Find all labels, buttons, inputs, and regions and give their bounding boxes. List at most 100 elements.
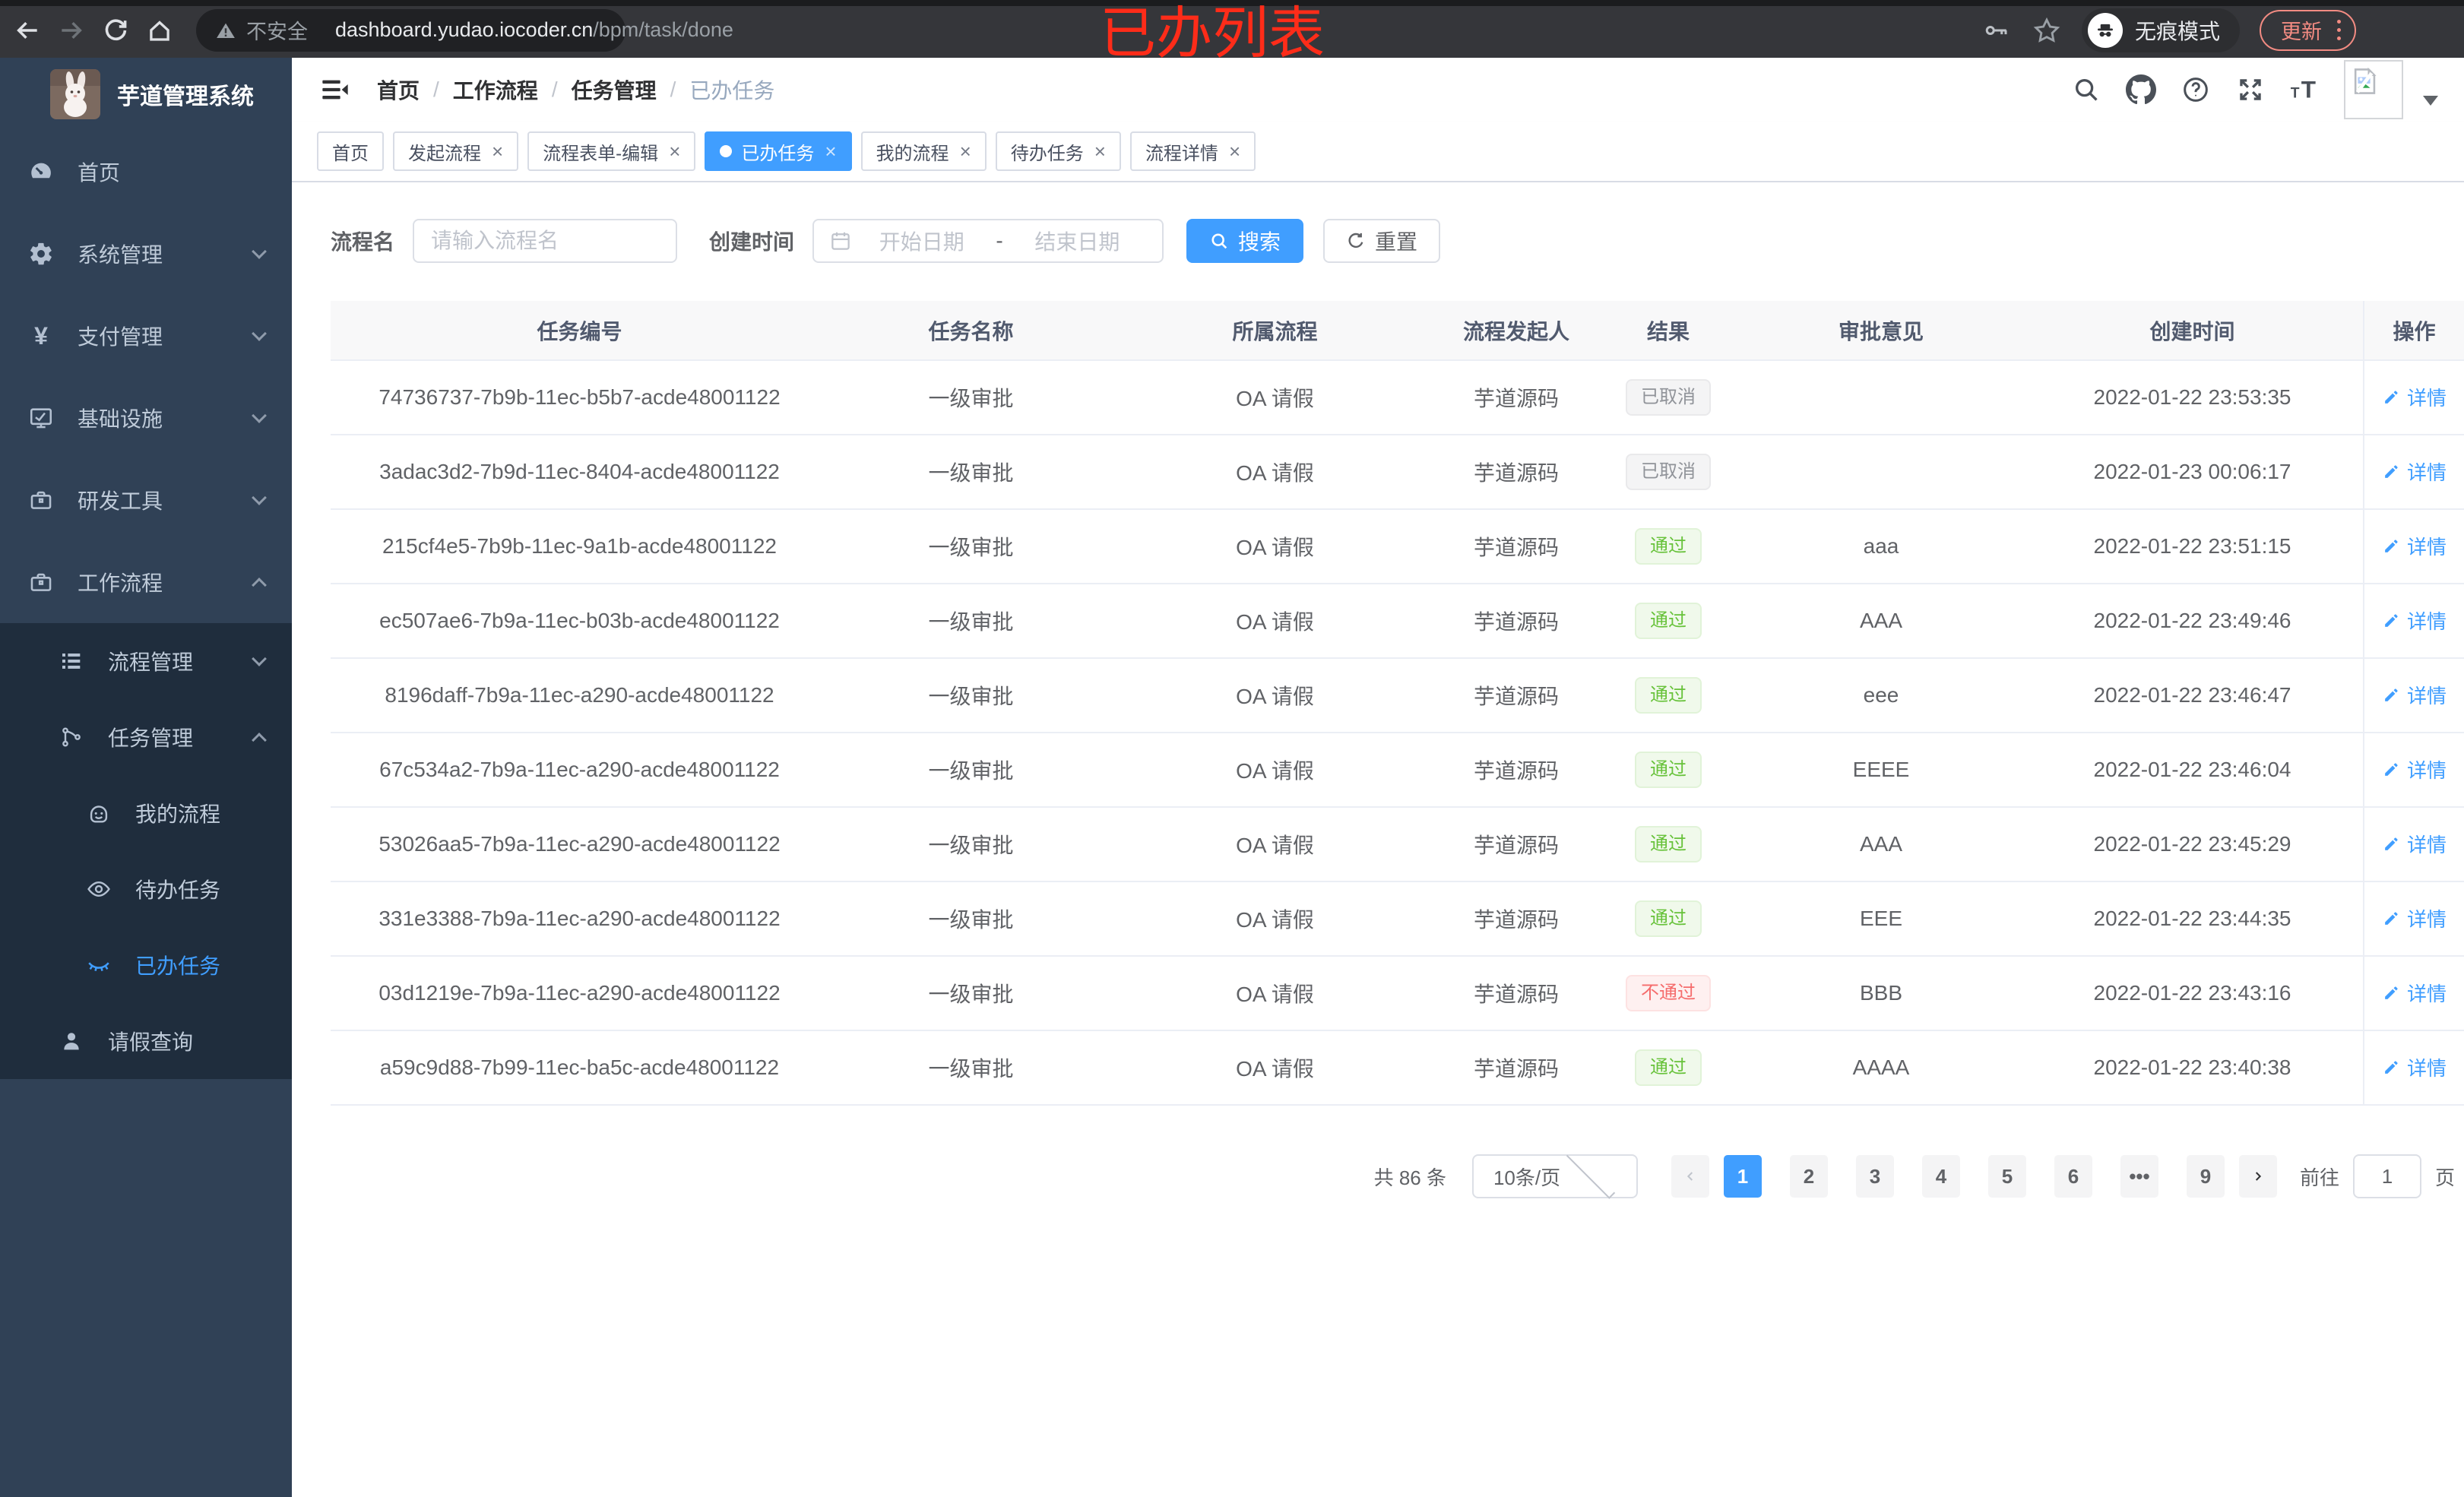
github-icon[interactable] — [2125, 74, 2157, 106]
active-tab-dot — [720, 145, 733, 157]
cell-comment: eee — [1740, 658, 2022, 733]
detail-link[interactable]: 详情 — [2382, 457, 2447, 486]
tab[interactable]: 流程详情 × — [1129, 131, 1256, 171]
avatar[interactable] — [2344, 60, 2403, 119]
yen-icon: ¥ — [34, 321, 48, 350]
start-date-placeholder[interactable]: 开始日期 — [852, 226, 991, 256]
pagination-goto: 前往 页 — [2300, 1154, 2455, 1198]
detail-link[interactable]: 详情 — [2382, 681, 2447, 709]
sidebar-item-done-tasks[interactable]: 已办任务 — [0, 927, 292, 1003]
breadcrumb-home[interactable]: 首页 — [377, 74, 420, 105]
detail-link[interactable]: 详情 — [2382, 755, 2447, 783]
page-button[interactable]: 9 — [2186, 1155, 2225, 1198]
tab[interactable]: 待办任务 × — [995, 131, 1121, 171]
page-size-select[interactable]: 10条/页 — [1471, 1150, 1638, 1199]
sidebar-item-leave-query[interactable]: 请假查询 — [0, 1003, 292, 1079]
tab[interactable]: 流程表单-编辑 × — [527, 131, 696, 171]
close-tab-icon[interactable]: × — [1229, 141, 1240, 161]
cell-comment — [1740, 360, 2022, 435]
detail-link[interactable]: 详情 — [2382, 830, 2447, 858]
table-row: 53026aa5-7b9a-11ec-a290-acde48001122 一级审… — [331, 807, 2464, 882]
avatar-caret-icon[interactable] — [2423, 95, 2438, 106]
password-key-icon[interactable] — [1981, 15, 2012, 46]
workflow-submenu: 流程管理 任务管理 我的流程 待办任务 已办任务 请假查询 — [0, 623, 292, 1079]
detail-link[interactable]: 详情 — [2382, 383, 2447, 411]
url-path[interactable]: /bpm/task/done — [593, 18, 733, 42]
cell-result: 通过 — [1596, 509, 1740, 584]
reset-button[interactable]: 重置 — [1323, 219, 1441, 263]
browser-reload-icon[interactable] — [100, 15, 131, 46]
process-name-input[interactable] — [413, 219, 678, 263]
sidebar-item-home[interactable]: 首页 — [0, 131, 292, 213]
sidebar-item-task-management[interactable]: 任务管理 — [0, 699, 292, 775]
fullscreen-icon[interactable] — [2234, 74, 2266, 106]
cell-actions: 详情 — [2363, 733, 2464, 808]
search-icon[interactable] — [2070, 74, 2102, 106]
close-tab-icon[interactable]: × — [825, 141, 836, 161]
close-tab-icon[interactable]: × — [960, 141, 971, 161]
next-page-button[interactable] — [2238, 1155, 2277, 1198]
table-row: 331e3388-7b9a-11ec-a290-acde48001122 一级审… — [331, 881, 2464, 957]
page-button[interactable]: 3 — [1855, 1155, 1894, 1198]
sidebar-collapse-icon[interactable] — [319, 74, 351, 106]
sidebar-item-todo-tasks[interactable]: 待办任务 — [0, 851, 292, 927]
browser-back-icon[interactable] — [12, 15, 43, 46]
url-host[interactable]: dashboard.yudao.iocoder.cn — [335, 18, 593, 42]
page-button[interactable]: 5 — [1987, 1155, 2026, 1198]
browser-menu-icon[interactable] — [2337, 20, 2341, 40]
close-tab-icon[interactable]: × — [669, 141, 680, 161]
cell-task-name: 一级审批 — [828, 1030, 1113, 1106]
detail-link[interactable]: 详情 — [2382, 904, 2447, 932]
search-button[interactable]: 搜索 — [1186, 219, 1304, 263]
browser-home-icon[interactable] — [144, 15, 175, 46]
detail-link[interactable]: 详情 — [2382, 979, 2447, 1007]
breadcrumb-task-management[interactable]: 任务管理 — [572, 74, 657, 105]
sidebar-item-my-process[interactable]: 我的流程 — [0, 775, 292, 851]
address-bar[interactable]: 不安全 dashboard.yudao.iocoder.cn/bpm/task/… — [196, 8, 733, 52]
bookmark-star-icon[interactable] — [2032, 15, 2062, 46]
page-button[interactable]: ••• — [2120, 1155, 2158, 1198]
page-button[interactable]: 2 — [1789, 1155, 1828, 1198]
app-logo-row[interactable]: 芋道管理系统 — [0, 58, 292, 131]
help-icon[interactable] — [2180, 74, 2212, 106]
breadcrumb-workflow[interactable]: 工作流程 — [453, 74, 538, 105]
tab[interactable]: 首页 — [317, 131, 384, 171]
sidebar-item-payment[interactable]: ¥ 支付管理 — [0, 295, 292, 377]
sidebar-item-process-management[interactable]: 流程管理 — [0, 623, 292, 699]
sidebar-item-devtools[interactable]: 研发工具 — [0, 459, 292, 541]
cell-task-id: 215cf4e5-7b9b-11ec-9a1b-acde48001122 — [331, 509, 828, 584]
security-warning-icon[interactable] — [214, 19, 237, 42]
close-tab-icon[interactable]: × — [492, 141, 503, 161]
chevron-down-icon — [252, 650, 267, 666]
tabs-bar: 首页 发起流程 × 流程表单-编辑 × 已办任务 × 我的流程 × 待办任务 ×… — [292, 122, 2464, 182]
page-button[interactable]: 6 — [2054, 1155, 2092, 1198]
tab[interactable]: 我的流程 × — [860, 131, 987, 171]
prev-page-button[interactable] — [1671, 1155, 1709, 1198]
security-label[interactable]: 不安全 — [246, 15, 308, 45]
close-tab-icon[interactable]: × — [1094, 141, 1106, 161]
sidebar-item-workflow[interactable]: 工作流程 — [0, 541, 292, 623]
cell-process: OA 请假 — [1113, 881, 1436, 957]
end-date-placeholder[interactable]: 结束日期 — [1008, 226, 1147, 256]
cell-starter: 芋道源码 — [1436, 881, 1596, 957]
browser-forward-icon[interactable] — [56, 15, 87, 46]
table-row: 74736737-7b9b-11ec-b5b7-acde48001122 一级审… — [331, 360, 2464, 435]
chevron-down-icon — [252, 407, 267, 423]
result-badge: 通过 — [1635, 900, 1702, 937]
date-range-picker[interactable]: 开始日期 - 结束日期 — [812, 219, 1164, 263]
page-button[interactable]: 1 — [1723, 1155, 1762, 1198]
font-size-icon[interactable]: TT — [2289, 74, 2321, 106]
detail-link[interactable]: 详情 — [2382, 1053, 2447, 1081]
sidebar-item-infrastructure[interactable]: 基础设施 — [0, 377, 292, 459]
sidebar-item-system[interactable]: 系统管理 — [0, 213, 292, 295]
detail-link[interactable]: 详情 — [2382, 532, 2447, 560]
tab[interactable]: 已办任务 × — [705, 131, 852, 171]
cell-created: 2022-01-22 23:51:15 — [2022, 509, 2364, 584]
detail-link[interactable]: 详情 — [2382, 606, 2447, 635]
cell-actions: 详情 — [2363, 881, 2464, 957]
tab[interactable]: 发起流程 × — [393, 131, 519, 171]
table-row: 8196daff-7b9a-11ec-a290-acde48001122 一级审… — [331, 658, 2464, 733]
goto-page-input[interactable] — [2352, 1154, 2421, 1198]
page-button[interactable]: 4 — [1921, 1155, 1960, 1198]
browser-update-button[interactable]: 更新 — [2260, 9, 2356, 51]
